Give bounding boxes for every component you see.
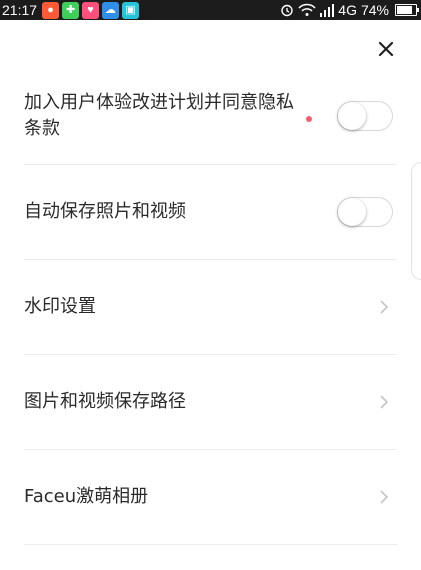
network-type: 4G (338, 2, 357, 18)
edge-handle[interactable] (411, 162, 421, 280)
chevron-right-icon (380, 395, 389, 409)
close-icon (378, 41, 394, 57)
settings-list: 加入用户体验改进计划并同意隐私条款 自动保存照片和视频 水印设置 图片和视频保存… (0, 67, 421, 545)
setting-label: 水印设置 (24, 296, 96, 317)
alarm-icon (281, 4, 293, 17)
setting-auto-save: 自动保存照片和视频 (24, 165, 397, 260)
chevron-right-icon (380, 490, 389, 504)
setting-label: 自动保存照片和视频 (24, 201, 186, 222)
setting-label: 图片和视频保存路径 (24, 391, 186, 412)
camera-app-icon: ● (42, 1, 60, 19)
setting-user-experience-plan: 加入用户体验改进计划并同意隐私条款 (24, 67, 397, 165)
plus-app-icon: ✚ (62, 1, 80, 19)
status-indicators: 4G 74% (280, 0, 419, 20)
toggle-knob (338, 198, 366, 226)
chevron-right-icon (380, 300, 389, 314)
user-experience-toggle[interactable] (337, 100, 393, 131)
wifi-icon (298, 3, 316, 16)
toggle-knob (338, 101, 366, 130)
auto-save-toggle[interactable] (337, 197, 393, 227)
battery-icon (395, 4, 419, 16)
status-bar: 21:17 ● ✚ ♥ ☁ ▣ 4G 74% (0, 0, 421, 20)
setting-faceu-album[interactable]: Faceu激萌相册 (24, 450, 397, 545)
close-button[interactable] (373, 36, 399, 62)
weather-app-icon: ☁ (102, 1, 120, 19)
setting-label: 加入用户体验改进计划并同意隐私条款 (24, 91, 294, 139)
setting-save-path[interactable]: 图片和视频保存路径 (24, 355, 397, 450)
signal-icon (320, 3, 335, 17)
battery-percent: 74% (360, 2, 389, 18)
scan-app-icon: ▣ (122, 1, 140, 19)
setting-label: Faceu激萌相册 (24, 486, 149, 507)
status-time: 21:17 (2, 2, 38, 18)
heart-app-icon: ♥ (82, 1, 100, 19)
setting-watermark[interactable]: 水印设置 (24, 260, 397, 355)
new-badge-dot (306, 116, 312, 122)
